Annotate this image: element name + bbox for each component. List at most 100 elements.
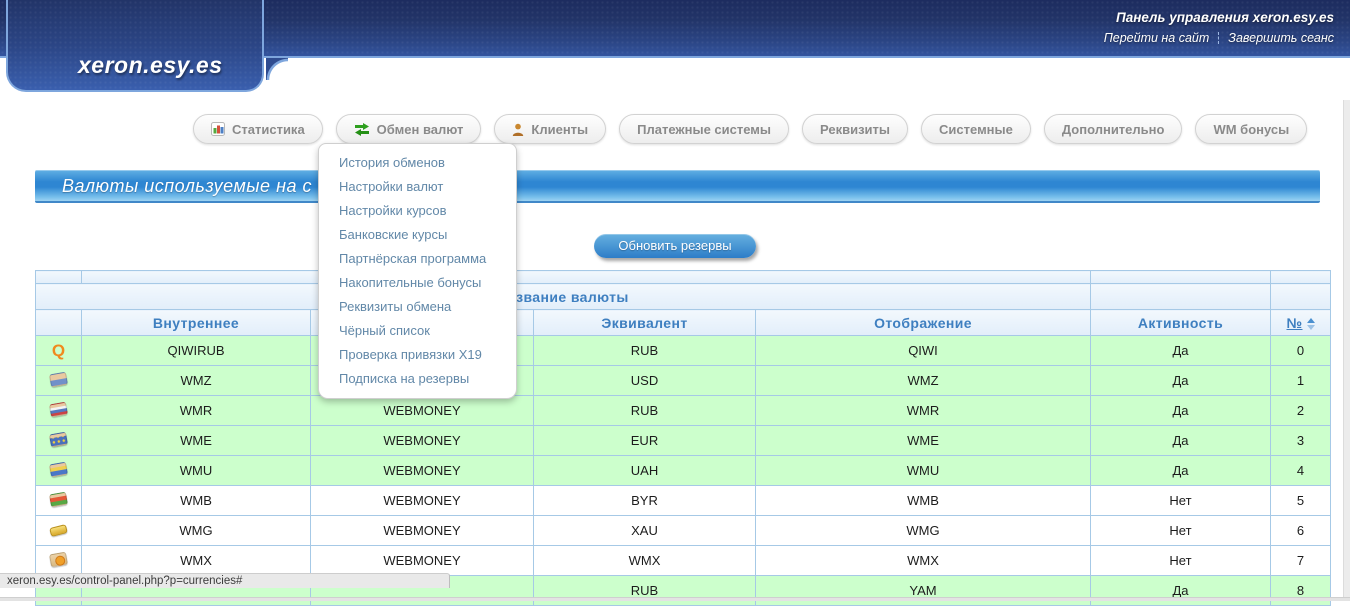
- cell-system: WEBMONEY: [311, 546, 534, 576]
- table-row: WMZ WEBMONEY USD WMZ Да 1: [36, 366, 1331, 396]
- cell-number: 4: [1271, 456, 1331, 486]
- cell-number: 6: [1271, 516, 1331, 546]
- user-icon: [512, 123, 524, 136]
- nav-button[interactable]: Клиенты: [494, 114, 606, 144]
- table-row: WMU WEBMONEY UAH WMU Да 4: [36, 456, 1331, 486]
- cell-system: WEBMONEY: [311, 516, 534, 546]
- col-equivalent: Эквивалент: [534, 310, 756, 336]
- menu-item[interactable]: Накопительные бонусы: [319, 270, 516, 294]
- end-session-link[interactable]: Завершить сеанс: [1228, 31, 1334, 45]
- nav-button[interactable]: Дополнительно: [1044, 114, 1183, 144]
- menu-item[interactable]: Настройки валют: [319, 174, 516, 198]
- menu-item[interactable]: История обменов: [319, 150, 516, 174]
- cell-display: WMU: [756, 456, 1091, 486]
- nav-button-label: Реквизиты: [820, 122, 890, 137]
- bottom-strip: [0, 597, 1350, 601]
- cell-display: WMZ: [756, 366, 1091, 396]
- site-logo: xeron.esy.es: [78, 52, 223, 79]
- nav-button[interactable]: WM бонусы: [1195, 114, 1307, 144]
- refresh-row: Обновить резервы: [0, 234, 1350, 258]
- gold-bar-icon: [49, 524, 68, 537]
- cell-activity: Нет: [1091, 546, 1271, 576]
- col-display: Отображение: [756, 310, 1091, 336]
- cell-equivalent: XAU: [534, 516, 756, 546]
- cell-display: WMG: [756, 516, 1091, 546]
- cell-display: WMB: [756, 486, 1091, 516]
- cell-activity: Да: [1091, 456, 1271, 486]
- table-row: WMB WEBMONEY BYR WMB Нет 5: [36, 486, 1331, 516]
- cell-display: WME: [756, 426, 1091, 456]
- column-header-row: Внутреннее Эквивалент Отображение Активн…: [36, 310, 1331, 336]
- header-links: Перейти на сайт Завершить сеанс: [1104, 31, 1334, 45]
- wallet-coin-icon: [49, 551, 68, 567]
- nav-button[interactable]: Реквизиты: [802, 114, 908, 144]
- nav-button-label: WM бонусы: [1213, 122, 1289, 137]
- cell-equivalent: WMX: [534, 546, 756, 576]
- menu-item[interactable]: Банковские курсы: [319, 222, 516, 246]
- page-title: Валюты используемые на с: [35, 170, 1320, 197]
- cell-display: YAM: [756, 576, 1091, 606]
- menu-item[interactable]: Настройки курсов: [319, 198, 516, 222]
- menu-item[interactable]: Партнёрская программа: [319, 246, 516, 270]
- cell-internal: WME: [82, 426, 311, 456]
- col-activity: Активность: [1091, 310, 1271, 336]
- nav-button[interactable]: Платежные системы: [619, 114, 789, 144]
- status-bar-url: xeron.esy.es/control-panel.php?p=currenc…: [0, 573, 450, 588]
- cell-equivalent: RUB: [534, 336, 756, 366]
- stats-icon: [211, 122, 225, 136]
- link-separator: [1218, 32, 1219, 44]
- cell-number: 5: [1271, 486, 1331, 516]
- nav-button-label: Обмен валют: [377, 122, 464, 137]
- wallet-byr-icon: [49, 491, 68, 507]
- table-row: WMR WEBMONEY RUB WMR Да 2: [36, 396, 1331, 426]
- nav-button[interactable]: Обмен валют: [336, 114, 482, 144]
- cell-internal: WMB: [82, 486, 311, 516]
- cell-internal: WMX: [82, 546, 311, 576]
- menu-item[interactable]: Подписка на резервы: [319, 366, 516, 390]
- cell-system: WEBMONEY: [311, 456, 534, 486]
- table-row: WMX WEBMONEY WMX WMX Нет 7: [36, 546, 1331, 576]
- cell-equivalent: RUB: [534, 396, 756, 426]
- menu-item[interactable]: Чёрный список: [319, 318, 516, 342]
- col-number-sort[interactable]: №: [1271, 310, 1331, 336]
- cell-number: 7: [1271, 546, 1331, 576]
- refresh-reserves-button[interactable]: Обновить резервы: [594, 234, 755, 258]
- exchange-icon: [354, 123, 370, 136]
- table-top-row: [36, 271, 1331, 284]
- cell-display: WMR: [756, 396, 1091, 426]
- cell-internal: WMZ: [82, 366, 311, 396]
- cell-number: 0: [1271, 336, 1331, 366]
- cell-equivalent: EUR: [534, 426, 756, 456]
- cell-system: WEBMONEY: [311, 486, 534, 516]
- nav-button-label: Статистика: [232, 122, 305, 137]
- cell-equivalent: USD: [534, 366, 756, 396]
- nav-button[interactable]: Системные: [921, 114, 1031, 144]
- nav-button-label: Системные: [939, 122, 1013, 137]
- cell-internal: WMR: [82, 396, 311, 426]
- cell-number: 8: [1271, 576, 1331, 606]
- table-row: WMG WEBMONEY XAU WMG Нет 6: [36, 516, 1331, 546]
- go-to-site-link[interactable]: Перейти на сайт: [1104, 31, 1210, 45]
- table-row: QIWIRUB RUB QIWI Да 0: [36, 336, 1331, 366]
- cell-number: 3: [1271, 426, 1331, 456]
- panel-title: Панель управления xeron.esy.es: [1116, 10, 1334, 25]
- group-header-currency-name: Название валюты: [36, 284, 1091, 310]
- cell-internal: QIWIRUB: [82, 336, 311, 366]
- cell-number: 2: [1271, 396, 1331, 426]
- table-row: WME WEBMONEY EUR WME Да 3: [36, 426, 1331, 456]
- nav-button-label: Платежные системы: [637, 122, 771, 137]
- page-banner: Валюты используемые на с: [35, 170, 1320, 203]
- menu-item[interactable]: Реквизиты обмена: [319, 294, 516, 318]
- nav-button[interactable]: Статистика: [193, 114, 323, 144]
- currencies-table: Название валюты Внутреннее Эквивалент От…: [35, 270, 1331, 606]
- nav-button-label: Дополнительно: [1062, 122, 1165, 137]
- cell-display: WMX: [756, 546, 1091, 576]
- sort-icon: [1307, 318, 1315, 330]
- scrollbar-track[interactable]: [1343, 100, 1350, 601]
- cell-number: 1: [1271, 366, 1331, 396]
- cell-activity: Да: [1091, 426, 1271, 456]
- cell-activity: Нет: [1091, 486, 1271, 516]
- cell-activity: Да: [1091, 336, 1271, 366]
- cell-system: WEBMONEY: [311, 396, 534, 426]
- menu-item[interactable]: Проверка привязки X19: [319, 342, 516, 366]
